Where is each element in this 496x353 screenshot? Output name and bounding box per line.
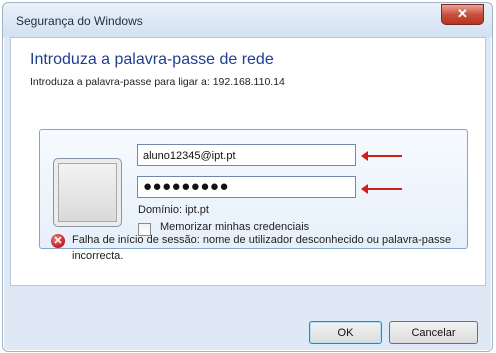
dialog-heading: Introduza a palavra-passe de rede xyxy=(30,51,274,68)
window-title: Segurança do Windows xyxy=(16,14,143,28)
annotation-arrow-icon xyxy=(361,151,402,161)
close-icon: ✕ xyxy=(457,6,468,21)
close-button[interactable]: ✕ xyxy=(441,4,484,25)
error-message: Falha de início de sessão: nome de utili… xyxy=(72,234,452,262)
annotation-arrow-icon xyxy=(361,184,402,194)
dialog-subheading: Introduza a palavra-passe para ligar a: … xyxy=(30,76,285,88)
user-tile-icon xyxy=(53,158,122,227)
domain-label: Domínio: ipt.pt xyxy=(138,204,209,216)
cancel-button[interactable]: Cancelar xyxy=(389,321,478,344)
credential-tile-panel[interactable]: aluno12345@ipt.pt ●●●●●●●●● Domínio: ipt… xyxy=(39,129,468,249)
security-dialog: Segurança do Windows ✕ Introduza a palav… xyxy=(2,2,493,352)
password-input[interactable]: ●●●●●●●●● xyxy=(137,176,356,198)
ok-button[interactable]: OK xyxy=(309,321,382,344)
error-icon: ✕ xyxy=(51,234,65,248)
username-input[interactable]: aluno12345@ipt.pt xyxy=(137,144,356,166)
title-bar[interactable]: Segurança do Windows ✕ xyxy=(3,3,492,37)
